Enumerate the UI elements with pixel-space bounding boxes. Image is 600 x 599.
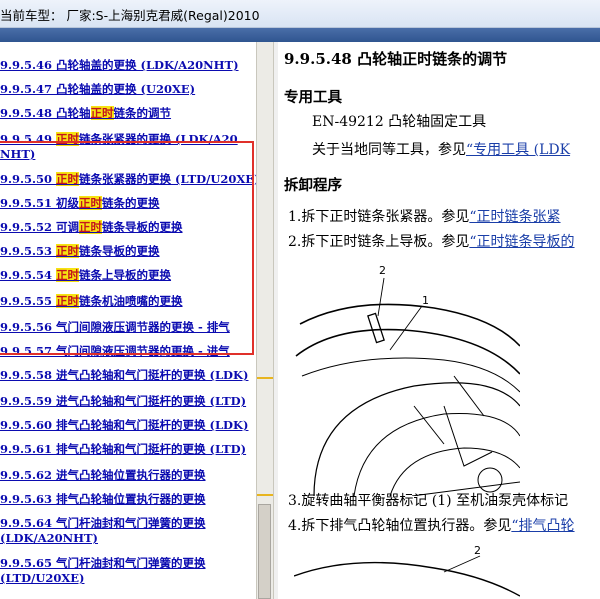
callout-2b: 2 [474,546,481,557]
step-2: 2.拆下正时链条上导板。参见“正时链条导板的 [288,234,575,250]
tensioner-link[interactable]: “正时链条张紧 [469,209,560,225]
toc-item[interactable]: 9.9.5.46 凸轮轴盖的更换 (LDK/A20NHT) [0,58,256,73]
step-4: 4.拆下排气凸轮轴位置执行器。参见“排气凸轮 [288,518,575,534]
toc-item[interactable]: 9.9.5.61 排气凸轮轴和气门挺杆的更换 (LTD) [0,442,256,457]
page-title: 9.9.5.48 凸轮轴正时链条的调节 [284,50,508,68]
removal-heading: 拆卸程序 [284,177,342,194]
toc-item[interactable]: 9.9.5.62 进气凸轮轴位置执行器的更换 [0,468,256,483]
toc-item[interactable]: 9.9.5.60 排气凸轮轴和气门挺杆的更换 (LDK) [0,418,256,433]
toc-item[interactable]: 9.9.5.64 气门杆油封和气门弹簧的更换 (LDK/A20NHT) [0,516,240,546]
highlight-box [0,141,254,355]
toolbar-strip [0,28,600,42]
toc-item[interactable]: 9.9.5.47 凸轮轴盖的更换 (U20XE) [0,82,256,97]
tool-line: EN-49212 凸轮轴固定工具 [312,114,487,130]
search-hit-marker [257,377,273,379]
toc-item[interactable]: 9.9.5.58 进气凸轮轴和气门挺杆的更换 (LDK) [0,368,256,383]
equiv-tool-line: 关于当地同等工具，参见“专用工具 (LDK [312,142,571,158]
title-bar: 当前车型： 厂家:S-上海别克君威(Regal)2010 [0,0,600,28]
callout-2: 2 [379,264,386,277]
scrollbar-thumb[interactable] [258,504,271,599]
step-1: 1.拆下正时链条张紧器。参见“正时链条张紧 [288,209,561,225]
special-tools-heading: 专用工具 [284,89,342,106]
step-3: 3.旋转曲轴平衡器标记 (1) 至机油泵壳体标记 [288,493,569,509]
toc-item[interactable]: 9.9.5.59 进气凸轮轴和气门挺杆的更换 (LTD) [0,394,256,409]
vehicle-title: 当前车型： 厂家:S-上海别克君威(Regal)2010 [0,8,260,23]
toc-item[interactable]: 9.9.5.63 排气凸轮轴位置执行器的更换 [0,492,256,507]
actuator-diagram: 2 [294,546,520,597]
search-highlight: 正时 [90,106,114,120]
toc-item[interactable]: 9.9.5.65 气门杆油封和气门弹簧的更换 (LTD/U20XE) [0,556,240,586]
document-pane: 9.9.5.48 凸轮轴正时链条的调节 专用工具 EN-49212 凸轮轴固定工… [278,42,600,599]
toc-scrollbar[interactable] [256,42,273,599]
toc-item[interactable]: 9.9.5.48 凸轮轴正时链条的调节 [0,106,256,121]
crankshaft-balancer-diagram: 2 1 [295,264,520,496]
special-tools-link[interactable]: “专用工具 (LDK [466,142,570,158]
search-hit-marker [257,494,273,496]
exhaust-actuator-link[interactable]: “排气凸轮 [511,518,574,534]
callout-1: 1 [422,294,429,307]
guide-link[interactable]: “正时链条导板的 [469,234,574,250]
